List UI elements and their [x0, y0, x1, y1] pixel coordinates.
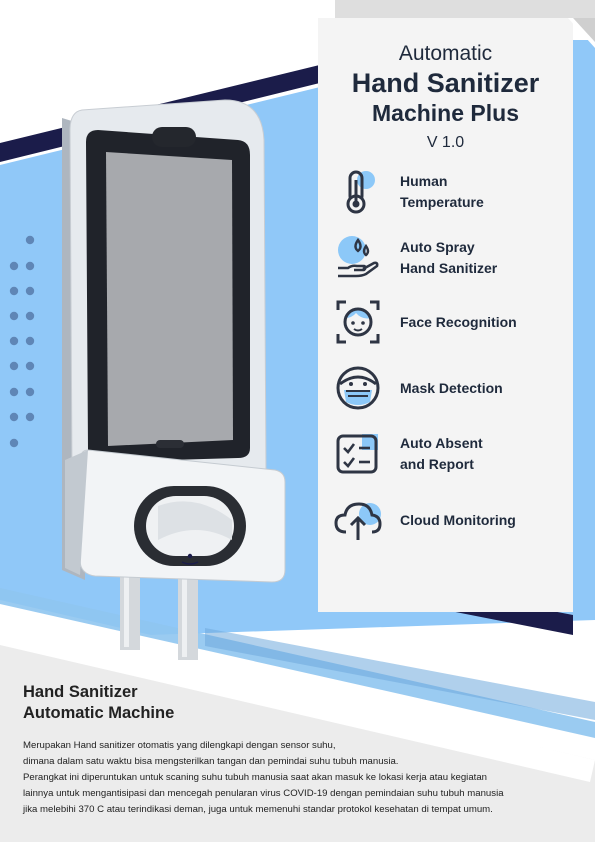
description-paragraph: Merupakan Hand sanitizer otomatis yang d… [23, 738, 579, 818]
version-label: V 1.0 [426, 134, 465, 151]
feature-label-line2: Hand Sanitizer [400, 260, 498, 276]
feature-face-recognition: Face Recognition [332, 296, 572, 348]
cloud-upload-icon [334, 502, 382, 540]
feature-label-line1: Face Recognition [400, 313, 517, 330]
feature-label-line1: Cloud Monitoring [400, 511, 516, 528]
feature-label-line2: Temperature [400, 194, 484, 210]
desc-line: lainnya untuk mengantisipasi dan mencega… [23, 788, 504, 799]
feature-auto-absent: Auto Absent and Report [332, 428, 572, 480]
feature-label-line2: and Report [400, 456, 474, 472]
feature-label-line1: Human [400, 173, 448, 189]
checklist-icon [336, 434, 378, 474]
desc-line: jika melebihi 370 C atau terindikasi dem… [23, 804, 493, 815]
mask-face-icon [336, 366, 380, 410]
bottom-title: Hand Sanitizer Automatic Machine [23, 682, 174, 724]
feature-human-temperature: Human Temperature [332, 166, 572, 218]
desc-line: dimana dalam satu waktu bisa mengsterilk… [23, 756, 399, 767]
feature-cloud-monitoring: Cloud Monitoring [332, 494, 572, 546]
header-line1: Automatic [398, 42, 493, 65]
header-line3: Machine Plus [372, 100, 519, 126]
feature-auto-spray: Auto Spray Hand Sanitizer [332, 232, 572, 284]
desc-line: Merupakan Hand sanitizer otomatis yang d… [23, 740, 336, 751]
header-line2: Hand Sanitizer [351, 68, 540, 98]
bottom-title-line2: Automatic Machine [23, 704, 175, 722]
feature-mask-detection: Mask Detection [332, 362, 572, 414]
thermometer-icon [346, 170, 375, 214]
desc-line: Perangkat ini diperuntukan untuk scaning… [23, 772, 487, 783]
feature-label-line1: Mask Detection [400, 379, 503, 396]
feature-label-line1: Auto Absent [400, 435, 483, 451]
spray-hand-icon [338, 236, 379, 278]
bottom-title-line1: Hand Sanitizer [23, 683, 138, 701]
feature-label-line1: Auto Spray [400, 239, 475, 255]
face-scan-icon [336, 300, 380, 344]
